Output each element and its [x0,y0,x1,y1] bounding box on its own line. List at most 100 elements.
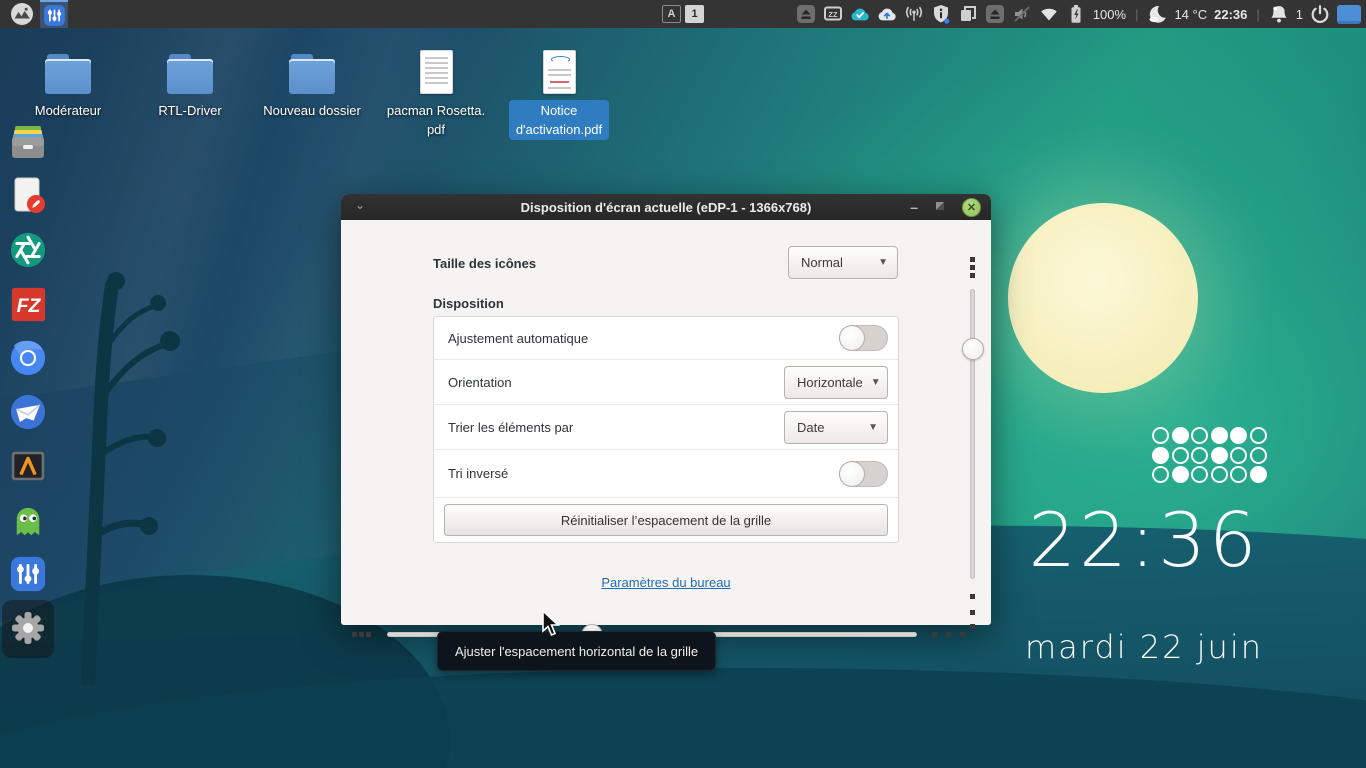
close-button[interactable]: ✕ [962,198,981,217]
setting-row-reverse-sort: Tri inversé [434,450,898,498]
screensaver-zz-icon[interactable]: ZZ [823,4,843,24]
pdf-file-icon [543,50,576,94]
desktop-clock-time: 22:36 [1008,496,1280,584]
reset-grid-spacing-button[interactable]: Réinitialiser l’espacement de la grille [444,504,888,536]
grid-dots-icon [932,632,937,637]
panel-clock[interactable]: 22:36 [1214,7,1247,22]
dock-item-terminal[interactable] [6,444,50,488]
icon-label: RTL-Driver [158,101,221,120]
desktop-icon-pacman-rosetta-pdf[interactable]: pacman Rosetta. pdf [378,50,494,140]
sort-by-dropdown[interactable]: Date ▼ [784,411,888,444]
window-titlebar[interactable]: ⌄ Disposition d'écran actuelle (eDP-1 - … [341,194,991,220]
cloud-upload-icon[interactable] [877,4,897,24]
vertical-slider-handle[interactable] [962,338,984,360]
notification-bell-icon[interactable] [1269,4,1289,24]
menu-dots-icon[interactable] [970,273,975,278]
desktop-settings-icon [9,555,47,593]
dock: FZ [6,120,52,660]
dock-item-text-editor[interactable] [6,174,50,218]
orientation-dropdown[interactable]: Horizontale ▼ [784,366,888,399]
auto-arrange-toggle[interactable] [839,325,888,351]
eject-icon[interactable] [796,4,816,24]
cloud-sync-check-icon[interactable] [850,4,870,24]
desktop-icon-notice-activation-pdf[interactable]: Notice d'activation.pdf [501,50,617,140]
ghost-icon [10,502,46,538]
tray-separator: | [1254,7,1261,22]
grid-dots-icon [946,632,951,637]
folder-icon [289,54,335,94]
dock-item-chromium[interactable] [6,336,50,380]
section-title: Disposition [433,296,504,311]
reverse-sort-toggle[interactable] [839,461,888,487]
binary-clock-dot [1152,427,1169,444]
dock-item-desktop-settings[interactable] [6,552,50,596]
desktop-settings-icon [43,4,66,27]
binary-clock-dot [1172,466,1189,483]
workspace-group: A 1 [662,5,704,23]
binary-clock-dot [1250,466,1267,483]
display-layout-window: ⌄ Disposition d'écran actuelle (eDP-1 - … [341,194,991,625]
row-label: Ajustement automatique [448,331,588,346]
icon-size-dropdown[interactable]: Normal ▼ [788,246,898,279]
workspace-indicator[interactable]: 1 [685,5,704,23]
active-window-box[interactable] [1337,5,1361,24]
settings-listbox: Ajustement automatique Orientation Horiz… [433,316,899,543]
weather-temperature[interactable]: 14 °C [1174,7,1207,22]
setting-row-reset: Réinitialiser l’espacement de la grille [434,498,898,543]
tray-separator: | [1133,7,1140,22]
chevron-down-icon: ▼ [868,422,878,433]
window-copy-icon[interactable] [958,4,978,24]
vertical-grid-spacing-slider[interactable] [970,289,975,579]
menu-dots-icon[interactable] [970,257,975,262]
dock-item-ghost-app[interactable] [6,498,50,542]
desktop-icon-moderateur[interactable]: Modérateur [10,50,126,121]
antenna-signal-icon[interactable] [904,4,924,24]
svg-text:ZZ: ZZ [828,10,838,19]
icon-size-label: Taille des icônes [433,256,536,271]
wallpaper-moon [1008,203,1198,393]
desktop-icon-nouveau-dossier[interactable]: Nouveau dossier [254,50,370,121]
icon-label: pdf [387,120,485,139]
dock-item-filezilla[interactable]: FZ [6,282,50,326]
eject-icon[interactable] [985,4,1005,24]
chevron-down-icon: ▼ [878,257,888,268]
icon-label: Nouveau dossier [263,101,361,120]
grid-dots-icon [970,594,975,599]
panel-launchers [8,0,68,28]
filezilla-icon: FZ [10,286,47,323]
desktop: 22:36 mardi 22 juin [0,0,1366,768]
app-menu-button[interactable] [8,0,36,28]
battery-icon[interactable] [1066,4,1086,24]
keyboard-layout-indicator[interactable]: A [662,5,681,23]
desktop-settings-link[interactable]: Paramètres du bureau [601,575,730,590]
window-body: Taille des icônes Normal ▼ Disposition A… [341,220,991,625]
weather-moon-icon[interactable] [1147,4,1167,24]
power-icon[interactable] [1310,4,1330,24]
grid-dots-icon [960,632,965,637]
archive-manager-icon [8,122,48,162]
shield-info-icon[interactable] [931,4,951,24]
binary-clock-dot [1191,447,1208,464]
thunderbird-icon [9,393,47,431]
menu-dots-icon[interactable] [970,265,975,270]
icon-label: pacman Rosetta. [387,101,485,120]
dock-item-archive-manager[interactable] [6,120,50,164]
dock-item-thunderbird[interactable] [6,390,50,434]
maximize-button[interactable] [935,198,945,216]
wifi-icon[interactable] [1039,4,1059,24]
dock-item-settings-gear[interactable] [6,606,50,650]
folder-icon [167,54,213,94]
minimize-button[interactable]: – [910,202,918,212]
grid-dots-icon [970,624,975,629]
dock-item-screenshot-tool[interactable] [6,228,50,272]
setting-row-sort-by: Trier les éléments par Date ▼ [434,405,898,450]
binary-clock-dot [1230,466,1247,483]
volume-muted-icon[interactable] [1012,4,1032,24]
grid-dots-icon [366,632,371,637]
row-label: Orientation [448,375,512,390]
battery-percentage: 100% [1093,7,1126,22]
text-editor-icon [8,176,48,216]
desktop-settings-taskbar-button[interactable] [40,0,68,28]
binary-clock-dot [1250,447,1267,464]
desktop-icon-rtl-driver[interactable]: RTL-Driver [132,50,248,121]
